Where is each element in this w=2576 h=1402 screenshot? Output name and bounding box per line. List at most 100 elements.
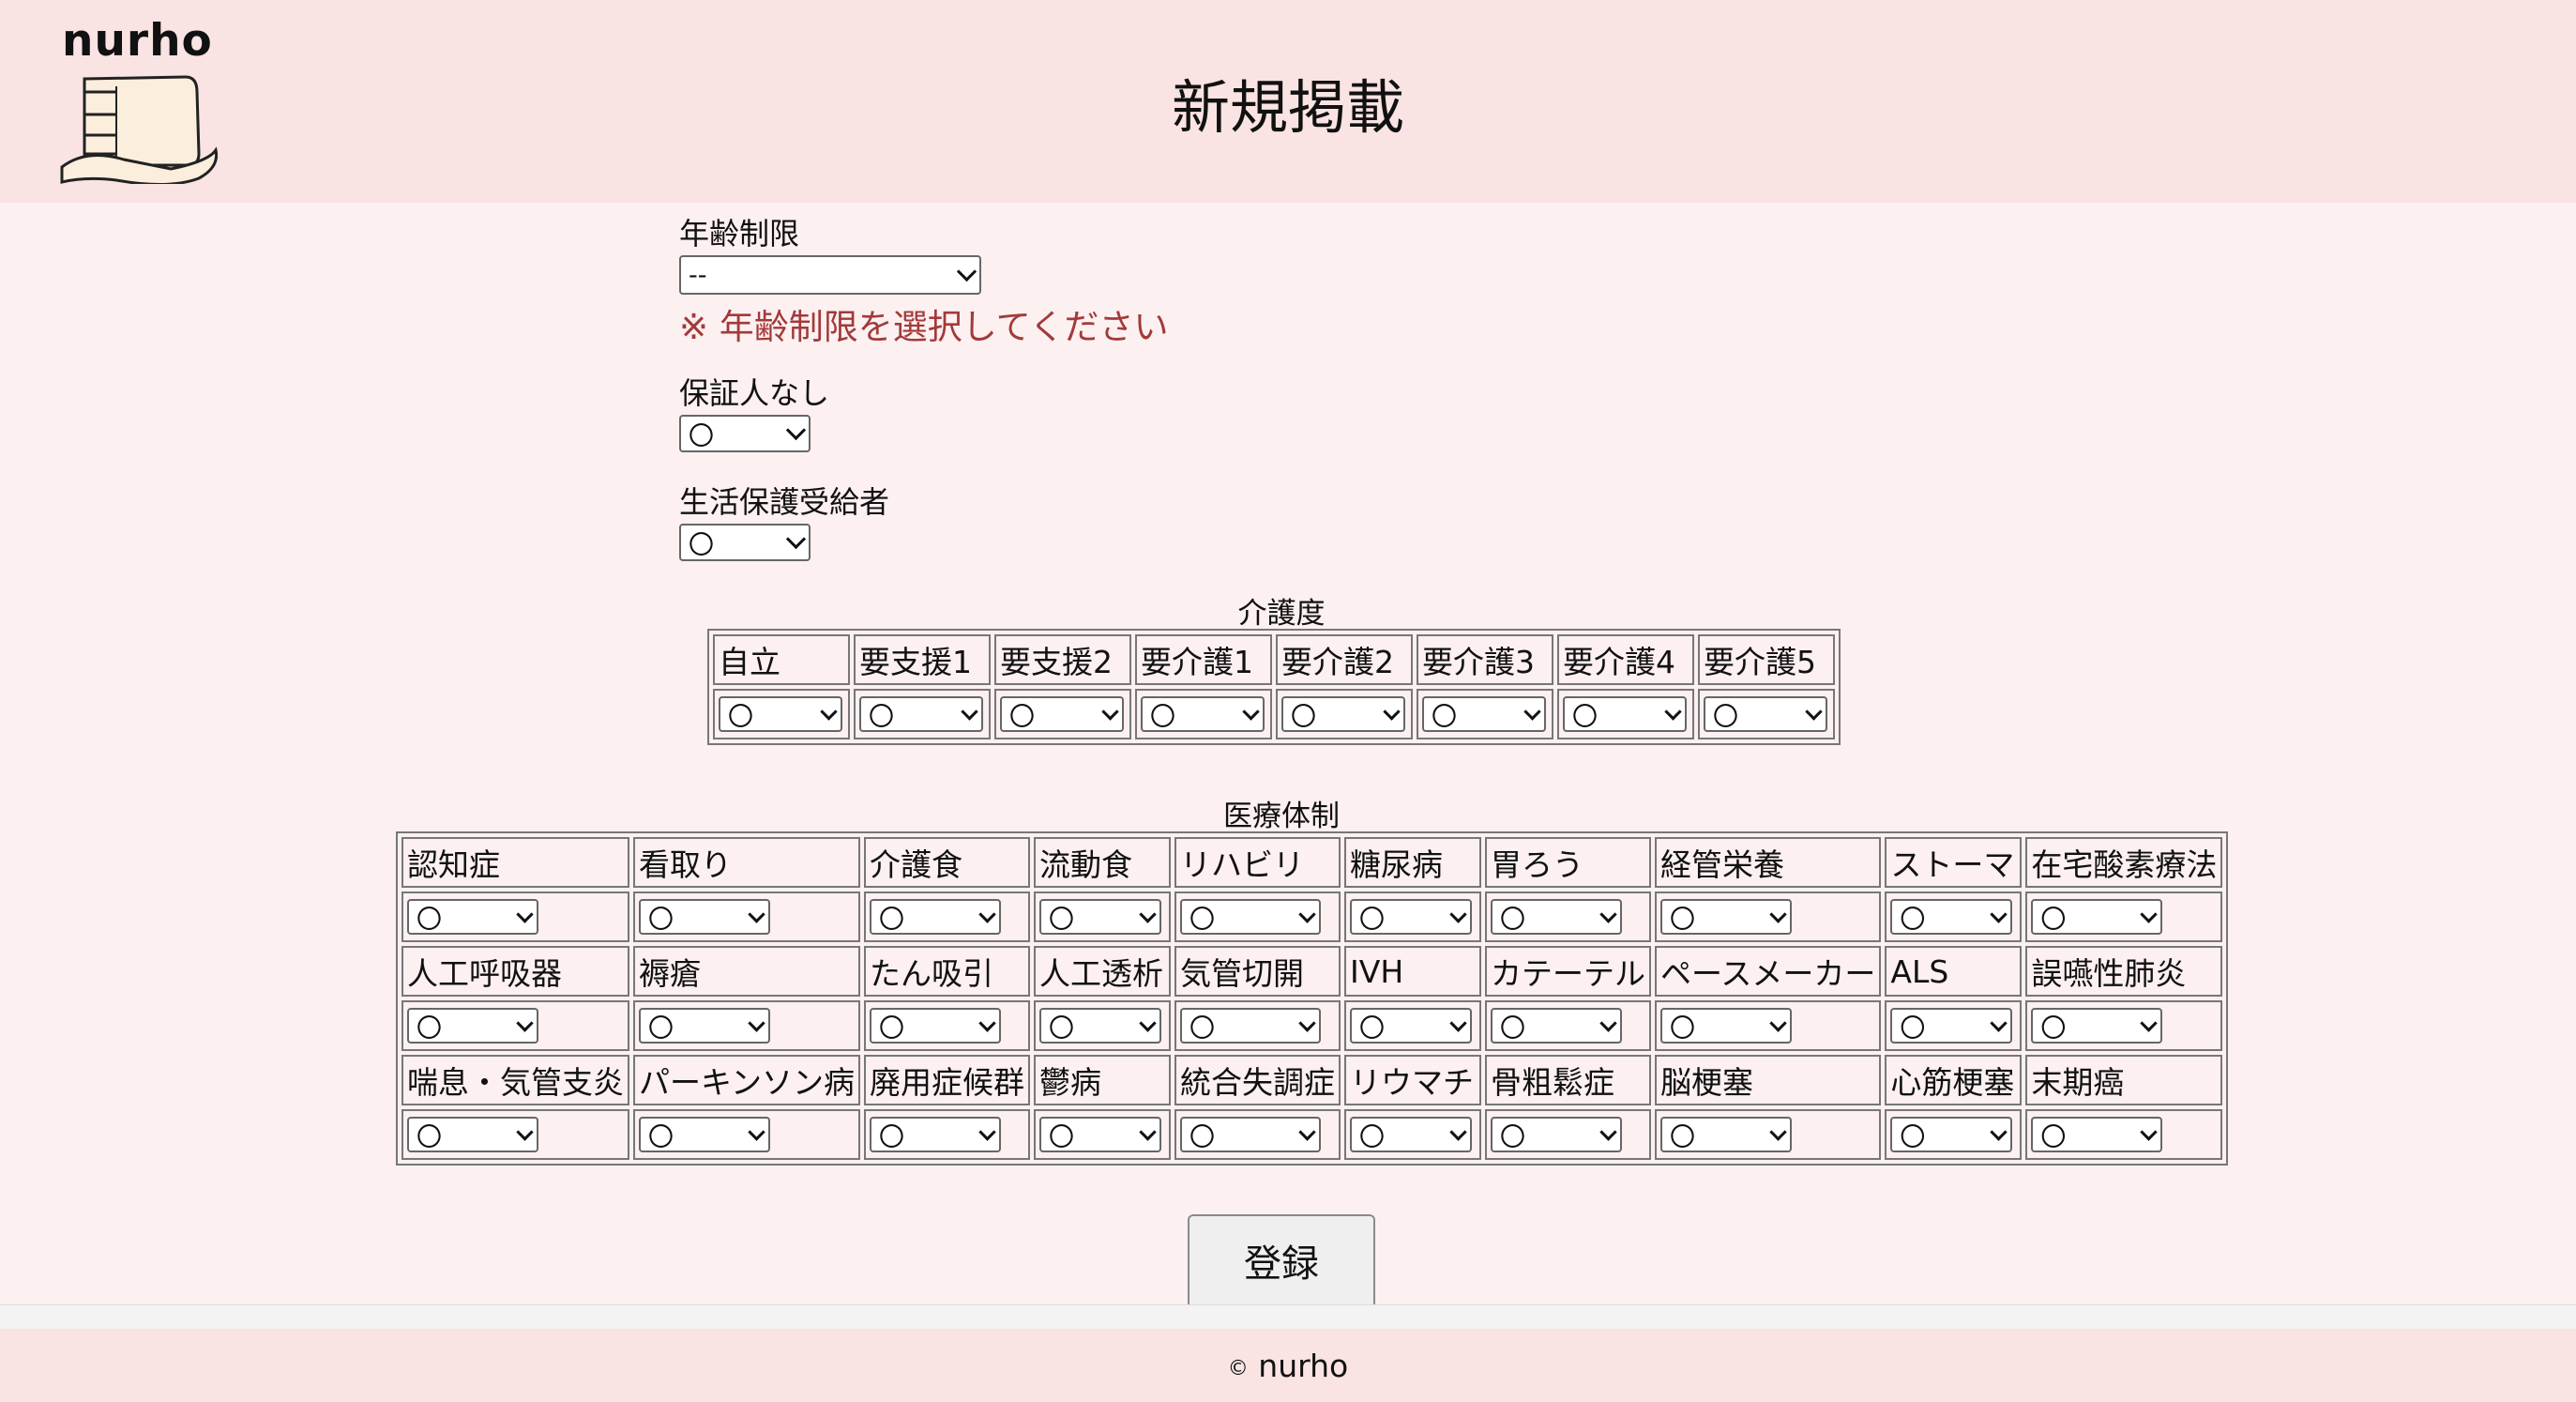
chevron-down-icon (1298, 905, 1316, 923)
medical-1-1-select[interactable]: 〇 (639, 1008, 770, 1044)
medical-2-1-label: パーキンソン病 (633, 1055, 861, 1105)
care-level-6-select[interactable]: 〇 (1563, 696, 1687, 732)
footer: © nurho (0, 1329, 2576, 1402)
medical-0-1-cell: 〇 (633, 891, 861, 942)
medical-1-1-cell: 〇 (633, 1000, 861, 1051)
medical-1-0-select[interactable]: 〇 (407, 1008, 538, 1044)
medical-0-8-cell: 〇 (1885, 891, 2023, 942)
medical-1-6-select[interactable]: 〇 (1491, 1008, 1623, 1044)
care-level-7-select[interactable]: 〇 (1704, 696, 1827, 732)
chevron-down-icon (1449, 1122, 1467, 1141)
medical-2-4-select[interactable]: 〇 (1180, 1117, 1322, 1152)
medical-0-4-select[interactable]: 〇 (1180, 899, 1322, 935)
medical-0-0-select[interactable]: 〇 (407, 899, 538, 935)
medical-1-6-label: カテーテル (1485, 946, 1652, 997)
medical-2-9-label: 末期癌 (2025, 1055, 2223, 1105)
medical-1-3-select[interactable]: 〇 (1039, 1008, 1162, 1044)
care-level-0-value: 〇 (728, 702, 753, 732)
medical-0-3-select[interactable]: 〇 (1039, 899, 1162, 935)
medical-1-3-label: 人工透析 (1034, 946, 1172, 997)
chevron-down-icon (1139, 1013, 1157, 1032)
medical-1-9-label: 誤嚥性肺炎 (2025, 946, 2223, 997)
care-level-3-label: 要介護1 (1135, 634, 1272, 685)
medical-1-4-value: 〇 (1190, 1013, 1216, 1044)
copyright-symbol: © (1227, 1357, 1249, 1380)
medical-1-2-select[interactable]: 〇 (870, 1008, 1002, 1044)
chevron-down-icon (820, 702, 838, 721)
medical-1-4-select[interactable]: 〇 (1180, 1008, 1322, 1044)
medical-1-5-select[interactable]: 〇 (1350, 1008, 1473, 1044)
medical-0-7-label: 経管栄養 (1655, 837, 1882, 888)
medical-0-0-label: 認知症 (402, 837, 629, 888)
medical-2-4-value: 〇 (1190, 1122, 1216, 1152)
medical-2-7-select[interactable]: 〇 (1660, 1117, 1793, 1152)
medical-1-6-value: 〇 (1500, 1013, 1526, 1044)
care-level-6-cell: 〇 (1557, 689, 1694, 739)
medical-2-2-select[interactable]: 〇 (870, 1117, 1002, 1152)
care-level-1-select[interactable]: 〇 (859, 696, 983, 732)
care-level-0-select[interactable]: 〇 (719, 696, 842, 732)
medical-2-6-select[interactable]: 〇 (1491, 1117, 1623, 1152)
register-button[interactable]: 登録 (1188, 1214, 1375, 1304)
medical-2-8-select[interactable]: 〇 (1890, 1117, 2013, 1152)
care-level-5-select[interactable]: 〇 (1422, 696, 1546, 732)
medical-2-9-select[interactable]: 〇 (2031, 1117, 2163, 1152)
age-limit-select[interactable]: -- (679, 255, 981, 295)
care-level-4-select[interactable]: 〇 (1281, 696, 1405, 732)
medical-1-7-value: 〇 (1670, 1013, 1696, 1044)
footer-divider (0, 1304, 2576, 1330)
chevron-down-icon (748, 1122, 765, 1141)
medical-0-1-select[interactable]: 〇 (639, 899, 770, 935)
no-guarantor-select[interactable]: 〇 (679, 415, 811, 452)
care-level-2-label: 要支援2 (994, 634, 1131, 685)
medical-1-8-select[interactable]: 〇 (1890, 1008, 2013, 1044)
medical-2-5-label: リウマチ (1344, 1055, 1482, 1105)
chevron-down-icon (1664, 702, 1682, 721)
chevron-down-icon (1990, 1013, 2008, 1032)
no-guarantor-label: 保証人なし (679, 375, 830, 411)
no-guarantor-value: 〇 (689, 421, 714, 451)
medical-0-9-select[interactable]: 〇 (2031, 899, 2163, 935)
medical-0-3-value: 〇 (1049, 905, 1075, 935)
medical-2-5-cell: 〇 (1344, 1109, 1482, 1160)
medical-caption: 医療体制 (1223, 800, 1340, 833)
medical-0-2-select[interactable]: 〇 (870, 899, 1002, 935)
chevron-down-icon (516, 1122, 534, 1141)
medical-0-4-label: リハビリ (1174, 837, 1341, 888)
chevron-down-icon (1769, 905, 1787, 923)
medical-2-7-label: 脳梗塞 (1655, 1055, 1882, 1105)
medical-select-row: 〇 〇 〇 〇 〇 〇 〇 〇 〇 〇 (402, 1000, 2223, 1051)
care-level-5-label: 要介護3 (1417, 634, 1553, 685)
medical-2-7-cell: 〇 (1655, 1109, 1882, 1160)
medical-0-9-cell: 〇 (2025, 891, 2223, 942)
medical-2-0-select[interactable]: 〇 (407, 1117, 538, 1152)
medical-2-4-label: 統合失調症 (1174, 1055, 1341, 1105)
chevron-down-icon (978, 905, 996, 923)
medical-1-3-value: 〇 (1049, 1013, 1075, 1044)
medical-1-7-select[interactable]: 〇 (1660, 1008, 1793, 1044)
chevron-down-icon (785, 528, 807, 549)
chevron-down-icon (1523, 702, 1541, 721)
care-level-3-select[interactable]: 〇 (1141, 696, 1265, 732)
chevron-down-icon (1599, 1122, 1617, 1141)
medical-1-4-label: 気管切開 (1174, 946, 1341, 997)
welfare-select[interactable]: 〇 (679, 524, 811, 561)
medical-0-5-select[interactable]: 〇 (1350, 899, 1473, 935)
medical-0-4-value: 〇 (1190, 905, 1216, 935)
medical-2-3-select[interactable]: 〇 (1039, 1117, 1162, 1152)
medical-0-7-value: 〇 (1670, 905, 1696, 935)
medical-2-2-value: 〇 (879, 1122, 905, 1152)
medical-0-7-cell: 〇 (1655, 891, 1882, 942)
age-limit-error: ※ 年齢制限を選択してください (679, 307, 1169, 347)
medical-2-1-select[interactable]: 〇 (639, 1117, 770, 1152)
medical-0-8-select[interactable]: 〇 (1890, 899, 2013, 935)
medical-1-1-label: 褥瘡 (633, 946, 861, 997)
medical-1-9-select[interactable]: 〇 (2031, 1008, 2163, 1044)
care-level-2-select[interactable]: 〇 (1000, 696, 1124, 732)
medical-0-7-select[interactable]: 〇 (1660, 899, 1793, 935)
medical-0-6-select[interactable]: 〇 (1491, 899, 1623, 935)
medical-2-0-value: 〇 (417, 1122, 442, 1152)
medical-2-5-select[interactable]: 〇 (1350, 1117, 1473, 1152)
medical-label-row: 認知症 看取り 介護食 流動食 リハビリ 糖尿病 胃ろう 経管栄養 ストーマ 在宅酸素療法 (402, 837, 2223, 888)
medical-0-3-cell: 〇 (1034, 891, 1172, 942)
